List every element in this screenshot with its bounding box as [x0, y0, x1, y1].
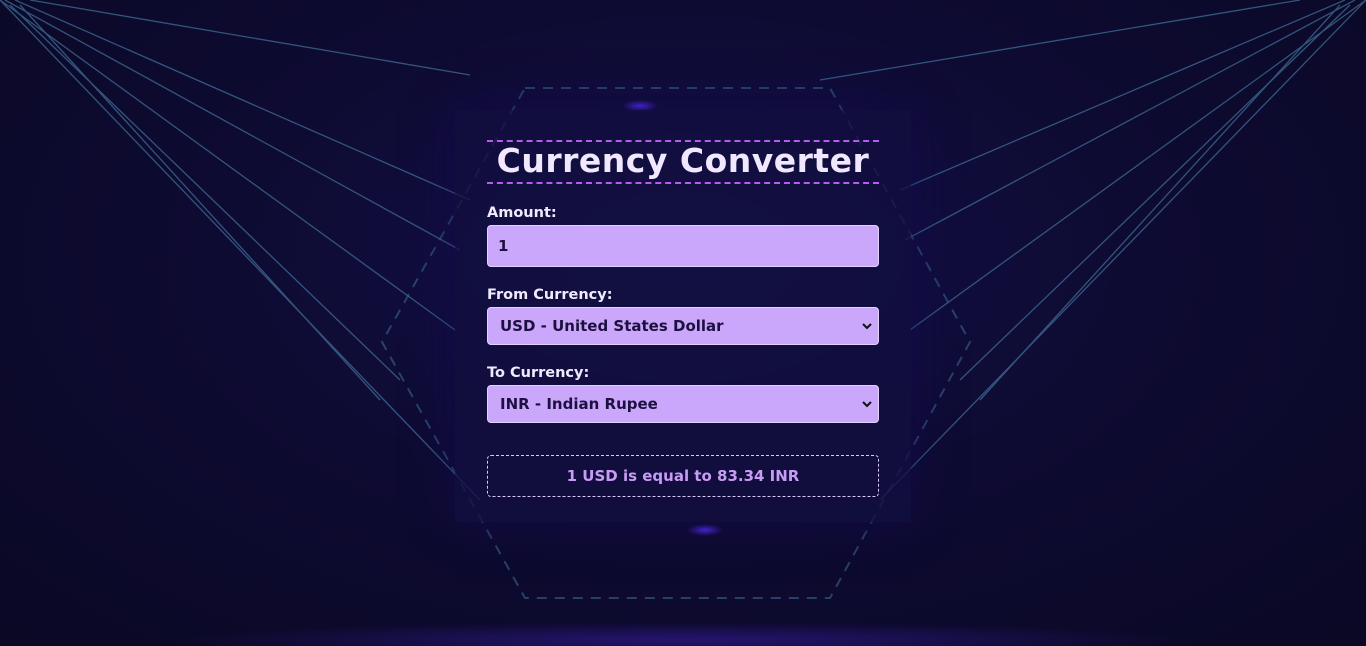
app-background: Currency Converter Amount: 1 From Curren…	[0, 0, 1366, 646]
page-title: Currency Converter	[487, 140, 879, 184]
chevron-down-icon	[862, 401, 872, 408]
amount-input[interactable]: 1	[487, 225, 879, 267]
amount-label: Amount:	[487, 205, 557, 221]
chevron-down-icon	[862, 323, 872, 330]
to-currency-select[interactable]: INR - Indian Rupee	[487, 385, 879, 423]
from-currency-value: USD - United States Dollar	[500, 317, 724, 335]
from-currency-select[interactable]: USD - United States Dollar	[487, 307, 879, 345]
from-currency-label: From Currency:	[487, 287, 613, 303]
to-currency-label: To Currency:	[487, 365, 590, 381]
conversion-result: 1 USD is equal to 83.34 INR	[487, 455, 879, 497]
to-currency-value: INR - Indian Rupee	[500, 395, 658, 413]
